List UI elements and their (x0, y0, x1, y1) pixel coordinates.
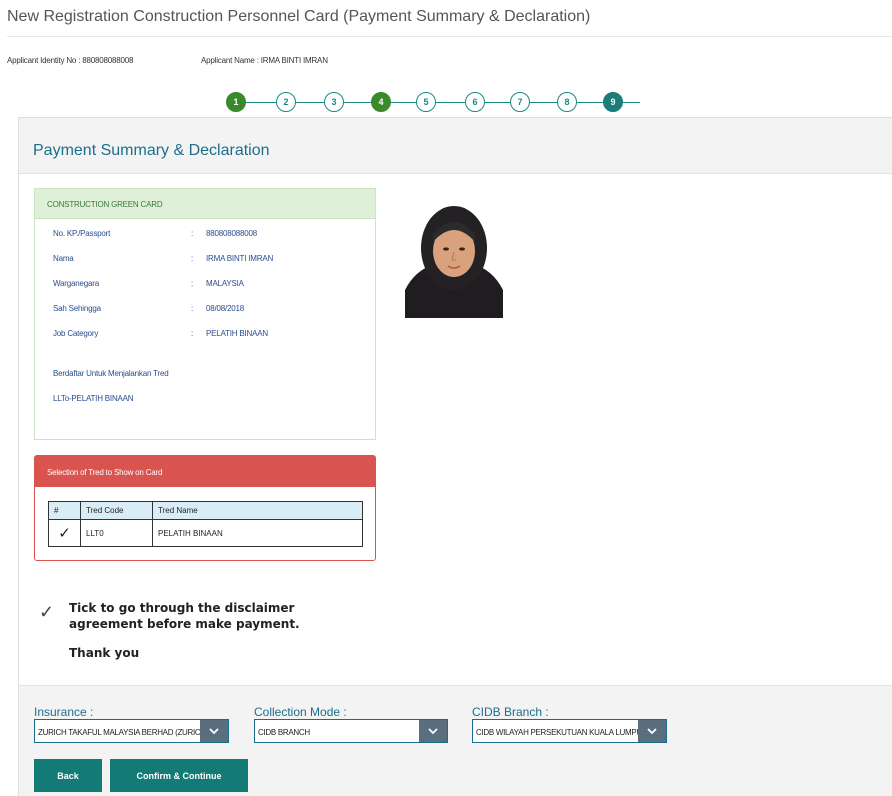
panel-header: Payment Summary & Declaration (19, 118, 892, 174)
table-row: ✓ LLT0 PELATIH BINAAN (48, 519, 363, 547)
field-label-nama: Nama (53, 254, 74, 263)
applicant-name: Applicant Name : IRMA BINTI IMRAN (201, 56, 328, 65)
field-separator: : (191, 254, 194, 263)
collection-mode-select[interactable]: CIDB BRANCH (254, 719, 448, 743)
tred-selection-box: Selection of Tred to Show on Card # Tred… (34, 455, 376, 561)
field-separator: : (191, 329, 194, 338)
field-value-job-category: PELATIH BINAAN (206, 329, 268, 338)
field-label-passport: No. KP./Passport (53, 229, 111, 238)
tred-table: # Tred Code Tred Name ✓ LLT0 PELATIH BIN… (48, 501, 363, 547)
applicant-photo (405, 204, 503, 318)
cidb-branch-select-value: CIDB WILAYAH PERSEKUTUAN KUALA LUMPUR (476, 728, 640, 737)
back-button[interactable]: Back (34, 759, 102, 792)
step-4[interactable]: 4 (371, 92, 391, 112)
page-title: New Registration Construction Personnel … (7, 8, 591, 25)
collection-mode-label: Collection Mode : (254, 705, 347, 719)
panel-title: Payment Summary & Declaration (33, 142, 270, 159)
step-3[interactable]: 3 (324, 92, 344, 112)
field-separator: : (191, 279, 194, 288)
tred-selection-header: Selection of Tred to Show on Card (35, 456, 375, 487)
step-6[interactable]: 6 (465, 92, 485, 112)
tred-row-name: PELATIH BINAAN (152, 519, 363, 547)
step-8[interactable]: 8 (557, 92, 577, 112)
step-2[interactable]: 2 (276, 92, 296, 112)
trade-heading: Berdaftar Untuk Menjalankan Tred (53, 369, 169, 378)
chevron-down-icon (419, 720, 447, 742)
field-value-warganegara: MALAYSIA (206, 279, 244, 288)
thank-you-text: Thank you (69, 646, 140, 660)
applicant-identity: Applicant Identity No : 880808088008 (7, 56, 134, 65)
field-value-passport: 880808088008 (206, 229, 257, 238)
tred-row-checkbox[interactable]: ✓ (48, 519, 81, 547)
main-panel: Payment Summary & Declaration CONSTRUCTI… (18, 117, 892, 796)
step-1[interactable]: 1 (226, 92, 246, 112)
column-header-number: # (48, 501, 81, 520)
insurance-label: Insurance : (34, 705, 94, 719)
construction-green-card: CONSTRUCTION GREEN CARD No. KP./Passport… (34, 188, 376, 440)
tred-row-code: LLT0 (80, 519, 153, 547)
column-header-tred-name: Tred Name (152, 501, 363, 520)
insurance-select-value: ZURICH TAKAFUL MALAYSIA BERHAD (ZURICH) (38, 728, 202, 737)
column-header-tred-code: Tred Code (80, 501, 153, 520)
collection-mode-select-value: CIDB BRANCH (258, 728, 310, 737)
cidb-branch-select[interactable]: CIDB WILAYAH PERSEKUTUAN KUALA LUMPUR (472, 719, 667, 743)
field-value-nama: IRMA BINTI IMRAN (206, 254, 274, 263)
step-7[interactable]: 7 (510, 92, 530, 112)
step-5[interactable]: 5 (416, 92, 436, 112)
trade-value: LLTo-PELATIH BINAAN (53, 394, 134, 403)
confirm-continue-button[interactable]: Confirm & Continue (110, 759, 248, 792)
title-divider (7, 36, 892, 37)
disclaimer-checkbox[interactable]: ✓ (39, 602, 54, 623)
disclaimer-text: Tick to go through the disclaimer agreem… (69, 601, 300, 631)
payment-options-bar: Insurance : ZURICH TAKAFUL MALAYSIA BERH… (19, 685, 892, 796)
chevron-down-icon (638, 720, 666, 742)
field-label-job-category: Job Category (53, 329, 99, 338)
stepper-line (238, 102, 640, 103)
field-separator: : (191, 304, 194, 313)
cidb-branch-label: CIDB Branch : (472, 705, 549, 719)
chevron-down-icon (200, 720, 228, 742)
insurance-select[interactable]: ZURICH TAKAFUL MALAYSIA BERHAD (ZURICH) (34, 719, 229, 743)
step-9[interactable]: 9 (603, 92, 623, 112)
field-separator: : (191, 229, 194, 238)
field-label-warganegara: Warganegara (53, 279, 99, 288)
field-value-sah-sehingga: 08/08/2018 (206, 304, 245, 313)
stepper: 1 2 3 4 5 6 7 8 9 (226, 90, 640, 116)
green-card-header: CONSTRUCTION GREEN CARD (35, 189, 375, 219)
field-label-sah-sehingga: Sah Sehingga (53, 304, 101, 313)
